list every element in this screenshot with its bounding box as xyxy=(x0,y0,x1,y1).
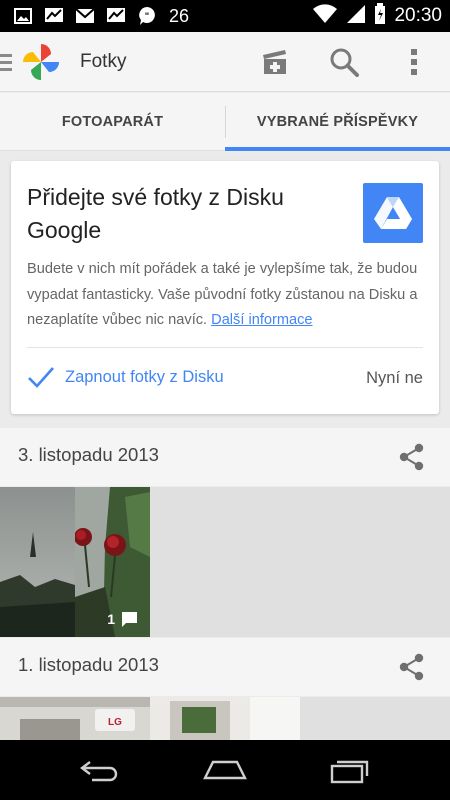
not-now-button[interactable]: Nyní ne xyxy=(366,369,423,388)
photos-logo-icon[interactable] xyxy=(20,41,62,83)
status-bar: " 26 20:30 xyxy=(0,0,450,32)
notification-count: 26 xyxy=(169,5,190,26)
navigation-bar xyxy=(0,740,450,800)
learn-more-link[interactable]: Další informace xyxy=(211,312,312,328)
tab-camera[interactable]: FOTOAPARÁT xyxy=(0,93,225,150)
clock: 20:30 xyxy=(394,5,442,26)
app-bar: Fotky xyxy=(0,32,450,92)
svg-text:": " xyxy=(145,12,150,22)
photo-placeholder xyxy=(300,697,450,740)
hangouts-status-icon xyxy=(43,7,65,25)
search-icon[interactable] xyxy=(327,45,361,79)
activity-icon xyxy=(105,7,127,25)
chat-bubble-icon: " xyxy=(136,7,158,25)
share-icon[interactable] xyxy=(398,443,426,471)
enable-drive-photos-button[interactable]: Zapnout fotky z Disku xyxy=(27,365,224,389)
wifi-icon xyxy=(312,3,338,29)
day-date-label: 1. listopadu 2013 xyxy=(18,654,159,675)
photo-thumbnail[interactable] xyxy=(150,697,300,740)
drive-promo-card: Přidejte své fotky z Disku Google Budete… xyxy=(11,161,439,414)
back-icon[interactable] xyxy=(75,755,125,785)
card-title: Přidejte své fotky z Disku Google xyxy=(27,184,284,243)
comment-icon xyxy=(122,612,137,627)
overflow-menu-icon[interactable] xyxy=(397,45,431,79)
photo-thumbnail[interactable] xyxy=(0,487,75,637)
photo-thumbnail[interactable]: 1 xyxy=(75,487,150,637)
create-movie-icon[interactable] xyxy=(258,45,292,79)
gallery-icon xyxy=(12,7,34,25)
photo-row: 1 xyxy=(0,487,450,637)
card-body: Budete v nich mít pořádek a také je vyle… xyxy=(27,257,427,334)
day-header: 1. listopadu 2013 xyxy=(0,638,450,696)
comment-badge: 1 xyxy=(107,611,138,627)
tab-highlights[interactable]: VYBRANÉ PŘÍSPĚVKY xyxy=(225,93,450,151)
battery-icon xyxy=(374,2,386,30)
card-divider xyxy=(27,347,423,348)
photo-thumbnail[interactable]: LG xyxy=(0,697,150,740)
day-header: 3. listopadu 2013 xyxy=(0,428,450,486)
enable-drive-photos-label: Zapnout fotky z Disku xyxy=(65,367,224,386)
checkmark-icon xyxy=(28,367,54,388)
share-icon[interactable] xyxy=(398,653,426,681)
home-icon[interactable] xyxy=(200,755,250,785)
photo-placeholder xyxy=(150,487,450,637)
google-drive-icon xyxy=(363,183,423,243)
svg-text:LG: LG xyxy=(108,717,122,728)
tab-divider xyxy=(225,106,226,138)
day-date-label: 3. listopadu 2013 xyxy=(18,444,159,465)
photo-row: LG xyxy=(0,697,450,740)
menu-icon[interactable] xyxy=(0,50,12,74)
recent-apps-icon[interactable] xyxy=(325,755,375,785)
app-title: Fotky xyxy=(80,51,127,72)
screen: " 26 20:30 Fotky FOTOAPARÁT VYBRANÉ PŘÍS… xyxy=(0,0,450,800)
comment-count: 1 xyxy=(107,611,115,627)
signal-icon xyxy=(346,4,366,29)
mail-icon xyxy=(74,7,96,25)
